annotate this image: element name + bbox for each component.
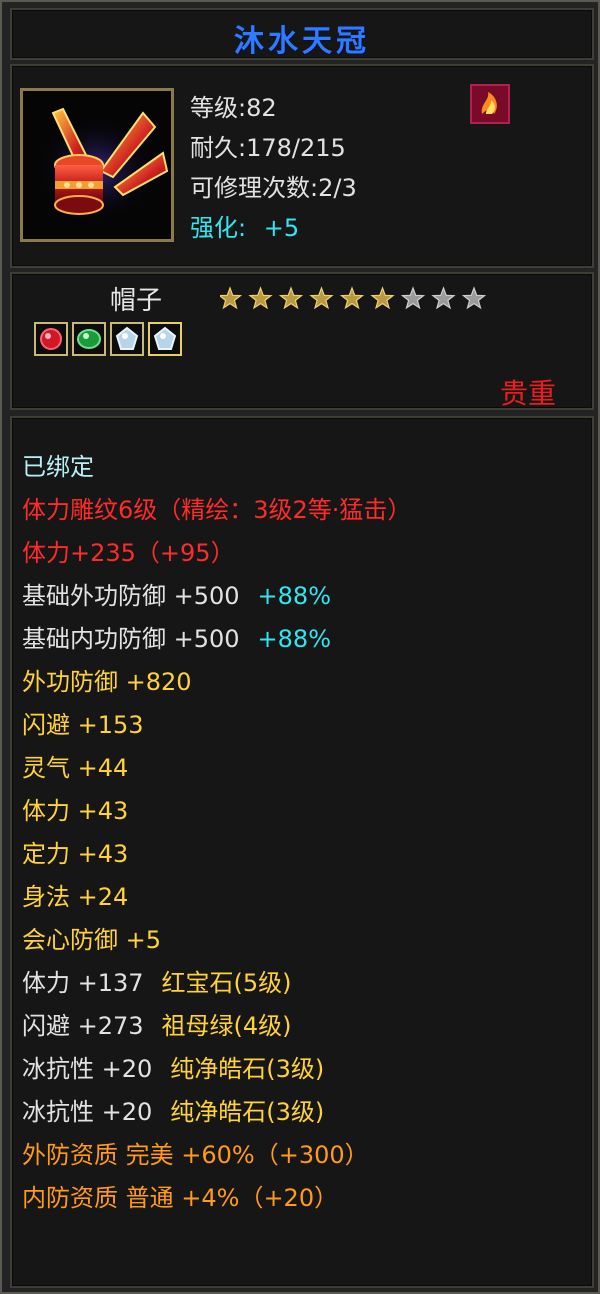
property-line: 闪避 +273 祖母绿(4级) bbox=[22, 1005, 411, 1048]
property-line: 外功防御 +820 bbox=[22, 661, 411, 704]
property-text: 体力 +137 bbox=[22, 969, 144, 997]
star-filled-icon bbox=[248, 286, 273, 310]
properties-panel: 已绑定体力雕纹6级（精绘：3级2等·猛击） 体力+235（+95） 基础外功防御 +… bbox=[10, 416, 594, 1288]
property-text: 灵气 +44 bbox=[22, 754, 129, 782]
crown-icon bbox=[23, 91, 171, 239]
star-empty-icon bbox=[461, 286, 487, 310]
property-line: 定力 +43 bbox=[22, 833, 411, 876]
property-line: 冰抗性 +20 纯净皓石(3级) bbox=[22, 1048, 411, 1091]
emerald-gem-icon[interactable] bbox=[72, 322, 106, 356]
property-text: 基础内功防御 +500 bbox=[22, 625, 240, 653]
property-text: 身法 +24 bbox=[22, 883, 129, 911]
title-bar: 沐水天冠 bbox=[10, 8, 594, 60]
property-line: 体力 +43 bbox=[22, 790, 411, 833]
property-line: 体力 +137 红宝石(5级) bbox=[22, 962, 411, 1005]
property-extra: 纯净皓石(3级) bbox=[170, 1055, 325, 1083]
item-enhance: 强化: +5 bbox=[190, 208, 299, 243]
star-rating bbox=[220, 286, 487, 310]
star-filled-icon bbox=[278, 286, 304, 310]
property-text: 体力雕纹6级（精绘：3级2等·猛击） bbox=[22, 496, 412, 524]
ruby-gem-icon[interactable] bbox=[34, 322, 68, 356]
type-panel: 帽子 贵重 bbox=[10, 272, 594, 410]
property-extra: 红宝石(5级) bbox=[161, 969, 292, 997]
property-line: 基础外功防御 +500 +88% bbox=[22, 575, 411, 618]
property-extra: +88% bbox=[257, 625, 331, 653]
property-line: 体力雕纹6级（精绘：3级2等·猛击） bbox=[22, 489, 411, 532]
enhance-label: 强化: bbox=[190, 214, 247, 242]
property-line: 冰抗性 +20 纯净皓石(3级) bbox=[22, 1091, 411, 1134]
flame-badge-icon bbox=[470, 84, 510, 124]
property-text: 外功防御 +820 bbox=[22, 668, 192, 696]
property-line: 内防资质 普通 +4%（+20） bbox=[22, 1177, 411, 1220]
item-durability: 耐久:178/215 bbox=[190, 134, 346, 162]
property-list: 已绑定体力雕纹6级（精绘：3级2等·猛击） 体力+235（+95） 基础外功防御 +… bbox=[22, 446, 411, 1220]
property-text: 基础外功防御 +500 bbox=[22, 582, 240, 610]
star-empty-icon bbox=[400, 286, 426, 310]
property-extra: 纯净皓石(3级) bbox=[170, 1098, 325, 1126]
rarity-label: 贵重 bbox=[499, 377, 556, 410]
property-text: 已绑定 bbox=[22, 453, 94, 481]
property-line: 体力+235（+95） bbox=[22, 532, 411, 575]
property-text: 冰抗性 +20 bbox=[22, 1098, 153, 1126]
property-extra: 祖母绿(4级) bbox=[161, 1012, 292, 1040]
property-text: 内防资质 普通 +4%（+20） bbox=[22, 1184, 339, 1212]
property-text: 外防资质 完美 +60%（+300） bbox=[22, 1141, 369, 1169]
property-line: 外防资质 完美 +60%（+300） bbox=[22, 1134, 411, 1177]
property-text: 会心防御 +5 bbox=[22, 926, 162, 954]
property-line: 已绑定 bbox=[22, 446, 411, 489]
item-repair-count: 可修理次数:2/3 bbox=[190, 174, 357, 202]
property-text: 体力 +43 bbox=[22, 797, 129, 825]
star-filled-icon bbox=[220, 286, 243, 310]
pure-stone-gem-icon[interactable] bbox=[148, 322, 182, 356]
item-icon-frame bbox=[20, 88, 174, 242]
item-slot-type: 帽子 bbox=[110, 286, 163, 316]
star-filled-icon bbox=[339, 286, 365, 310]
pure-stone-gem-icon[interactable] bbox=[110, 322, 144, 356]
property-line: 闪避 +153 bbox=[22, 704, 411, 747]
star-filled-icon bbox=[370, 286, 395, 310]
enhance-value: +5 bbox=[263, 214, 300, 242]
property-line: 基础内功防御 +500 +88% bbox=[22, 618, 411, 661]
property-text: 闪避 +273 bbox=[22, 1012, 144, 1040]
property-text: 冰抗性 +20 bbox=[22, 1055, 153, 1083]
item-name: 沐水天冠 bbox=[234, 24, 370, 59]
property-text: 闪避 +153 bbox=[22, 711, 144, 739]
star-filled-icon bbox=[309, 286, 334, 310]
gem-slots bbox=[34, 322, 186, 356]
property-line: 会心防御 +5 bbox=[22, 919, 411, 962]
property-text: 体力+235（+95） bbox=[22, 539, 235, 567]
property-line: 身法 +24 bbox=[22, 876, 411, 919]
star-empty-icon bbox=[431, 286, 456, 310]
property-text: 定力 +43 bbox=[22, 840, 129, 868]
property-line: 灵气 +44 bbox=[22, 747, 411, 790]
item-level: 等级:82 bbox=[190, 94, 277, 122]
property-extra: +88% bbox=[257, 582, 331, 610]
info-panel: 等级:82 耐久:178/215 可修理次数:2/3 强化: +5 bbox=[10, 64, 594, 268]
item-tooltip: 沐水天冠 等级:82 耐久:178/215 可修理次数:2/3 强化: +5 帽… bbox=[0, 0, 600, 1294]
